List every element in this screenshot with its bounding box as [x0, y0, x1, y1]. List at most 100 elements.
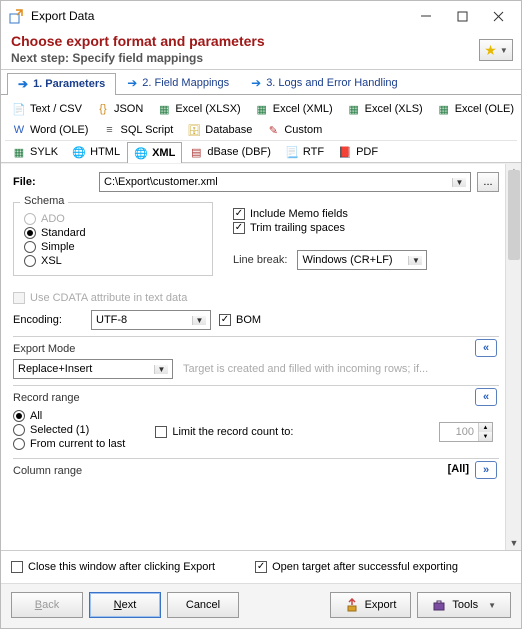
range-all-radio[interactable]: All — [13, 410, 125, 422]
format-text-csv[interactable]: 📄Text / CSV — [5, 98, 89, 119]
linebreak-combo[interactable]: Windows (CR+LF) ▼ — [297, 250, 427, 270]
format-word-ole[interactable]: WWord (OLE) — [5, 119, 95, 140]
toolbox-icon — [432, 598, 446, 612]
format-json[interactable]: {}JSON — [89, 98, 150, 119]
format-database[interactable]: 🗄Database — [180, 119, 259, 140]
minimize-button[interactable] — [417, 7, 435, 25]
arrow-right-icon: ➔ — [251, 76, 261, 90]
range-current-radio[interactable]: From current to last — [13, 438, 125, 450]
arrow-right-icon: ➔ — [127, 76, 137, 90]
cancel-button[interactable]: Cancel — [167, 592, 239, 618]
tab-logs-errors[interactable]: ➔ 3. Logs and Error Handling — [240, 72, 409, 94]
page-subheading: Next step: Specify field mappings — [11, 51, 511, 65]
radio-icon — [24, 227, 36, 239]
format-xml[interactable]: 🌐XML — [127, 142, 182, 163]
tab-parameters[interactable]: ➔ 1. Parameters — [7, 73, 116, 95]
format-sql-script[interactable]: ≡SQL Script — [95, 119, 180, 140]
radio-icon — [24, 241, 36, 253]
range-selected-radio[interactable]: Selected (1) — [13, 424, 125, 436]
checkbox-icon — [219, 314, 231, 326]
excel-icon: ▦ — [347, 102, 361, 116]
button-label: Export — [365, 599, 397, 611]
maximize-button[interactable] — [453, 7, 471, 25]
limit-count-checkbox[interactable]: Limit the record count to: — [155, 426, 293, 438]
file-text-icon: 📄 — [12, 102, 26, 116]
chevron-down-icon: ▼ — [500, 46, 508, 55]
database-icon: 🗄 — [187, 123, 201, 137]
file-path-value: C:\Export\customer.xml — [104, 176, 452, 188]
open-target-after-checkbox[interactable]: Open target after successful exporting — [255, 561, 458, 573]
word-icon: W — [12, 123, 26, 137]
format-xlsx[interactable]: ▦Excel (XLSX) — [150, 98, 247, 119]
export-mode-combo[interactable]: Replace+Insert ▼ — [13, 359, 173, 379]
window-title: Export Data — [31, 9, 417, 23]
column-range-expand-button[interactable]: » — [475, 461, 497, 479]
record-range-collapse-button[interactable]: « — [475, 388, 497, 406]
schema-ado-radio: ADO — [24, 213, 202, 225]
scroll-thumb[interactable] — [508, 170, 520, 260]
checkbox-icon — [233, 208, 245, 220]
export-mode-title: Export Mode — [13, 343, 499, 355]
tab-label: 2. Field Mappings — [142, 77, 229, 89]
chevron-down-icon: ▼ — [154, 365, 168, 374]
schema-simple-radio[interactable]: Simple — [24, 241, 202, 253]
checkbox-icon — [155, 426, 167, 438]
column-range-title: Column range — [13, 465, 499, 477]
app-icon — [9, 8, 25, 24]
close-button[interactable] — [489, 7, 507, 25]
export-mode-collapse-button[interactable]: « — [475, 339, 497, 357]
schema-xsl-radio[interactable]: XSL — [24, 255, 202, 267]
format-excel-ole[interactable]: ▦Excel (OLE) — [430, 98, 521, 119]
tab-field-mappings[interactable]: ➔ 2. Field Mappings — [116, 72, 240, 94]
excel-icon: ▦ — [437, 102, 451, 116]
scroll-down-icon[interactable]: ▼ — [506, 536, 521, 550]
back-button: Back — [11, 592, 83, 618]
file-path-combo[interactable]: C:\Export\customer.xml ▼ — [99, 172, 471, 192]
button-label: Tools — [452, 599, 478, 611]
chevron-down-icon: ▼ — [488, 601, 496, 610]
file-icon: ▦ — [12, 145, 26, 159]
page-heading: Choose export format and parameters — [11, 33, 511, 49]
radio-icon — [13, 410, 25, 422]
limit-count-input[interactable] — [440, 423, 478, 441]
encoding-label: Encoding: — [13, 314, 83, 326]
schema-standard-radio[interactable]: Standard — [24, 227, 202, 239]
arrow-right-icon: ➔ — [18, 77, 28, 91]
trim-spaces-checkbox[interactable]: Trim trailing spaces — [233, 222, 499, 234]
chrome-icon: 🌐 — [134, 146, 148, 160]
limit-count-spinner[interactable]: ▲▼ — [439, 422, 493, 442]
include-memo-checkbox[interactable]: Include Memo fields — [233, 208, 499, 220]
format-excel-xml[interactable]: ▦Excel (XML) — [248, 98, 340, 119]
favorites-dropdown[interactable]: ★ ▼ — [479, 39, 513, 61]
spin-down-icon[interactable]: ▼ — [479, 432, 492, 441]
format-sylk[interactable]: ▦SYLK — [5, 141, 65, 162]
checkbox-icon — [255, 561, 267, 573]
rtf-icon: 📃 — [285, 145, 299, 159]
format-html[interactable]: 🌐HTML — [65, 141, 127, 162]
browse-file-button[interactable]: ... — [477, 172, 499, 192]
format-rtf[interactable]: 📃RTF — [278, 141, 331, 162]
star-icon: ★ — [484, 42, 497, 59]
encoding-combo[interactable]: UTF-8 ▼ — [91, 310, 211, 330]
format-dbase[interactable]: ▤dBase (DBF) — [182, 141, 278, 162]
format-xls[interactable]: ▦Excel (XLS) — [340, 98, 430, 119]
pencil-icon: ✎ — [266, 123, 280, 137]
radio-icon — [13, 438, 25, 450]
format-custom[interactable]: ✎Custom — [259, 119, 329, 140]
next-button[interactable]: Next — [89, 592, 161, 618]
record-range-title: Record range — [13, 392, 499, 404]
excel-icon: ▦ — [157, 102, 171, 116]
radio-icon — [24, 213, 36, 225]
checkbox-icon — [233, 222, 245, 234]
close-after-export-checkbox[interactable]: Close this window after clicking Export — [11, 561, 215, 573]
chevron-down-icon: ▼ — [192, 316, 206, 325]
export-icon — [345, 598, 359, 612]
chrome-icon: 🌐 — [72, 145, 86, 159]
export-button[interactable]: Export — [330, 592, 412, 618]
vertical-scrollbar[interactable]: ▲ ▼ — [505, 164, 521, 550]
chevron-down-icon: ▼ — [408, 256, 422, 265]
bom-checkbox[interactable]: BOM — [219, 314, 261, 326]
format-pdf[interactable]: 📕PDF — [331, 141, 385, 162]
tools-button[interactable]: Tools ▼ — [417, 592, 511, 618]
spin-up-icon[interactable]: ▲ — [479, 423, 492, 432]
